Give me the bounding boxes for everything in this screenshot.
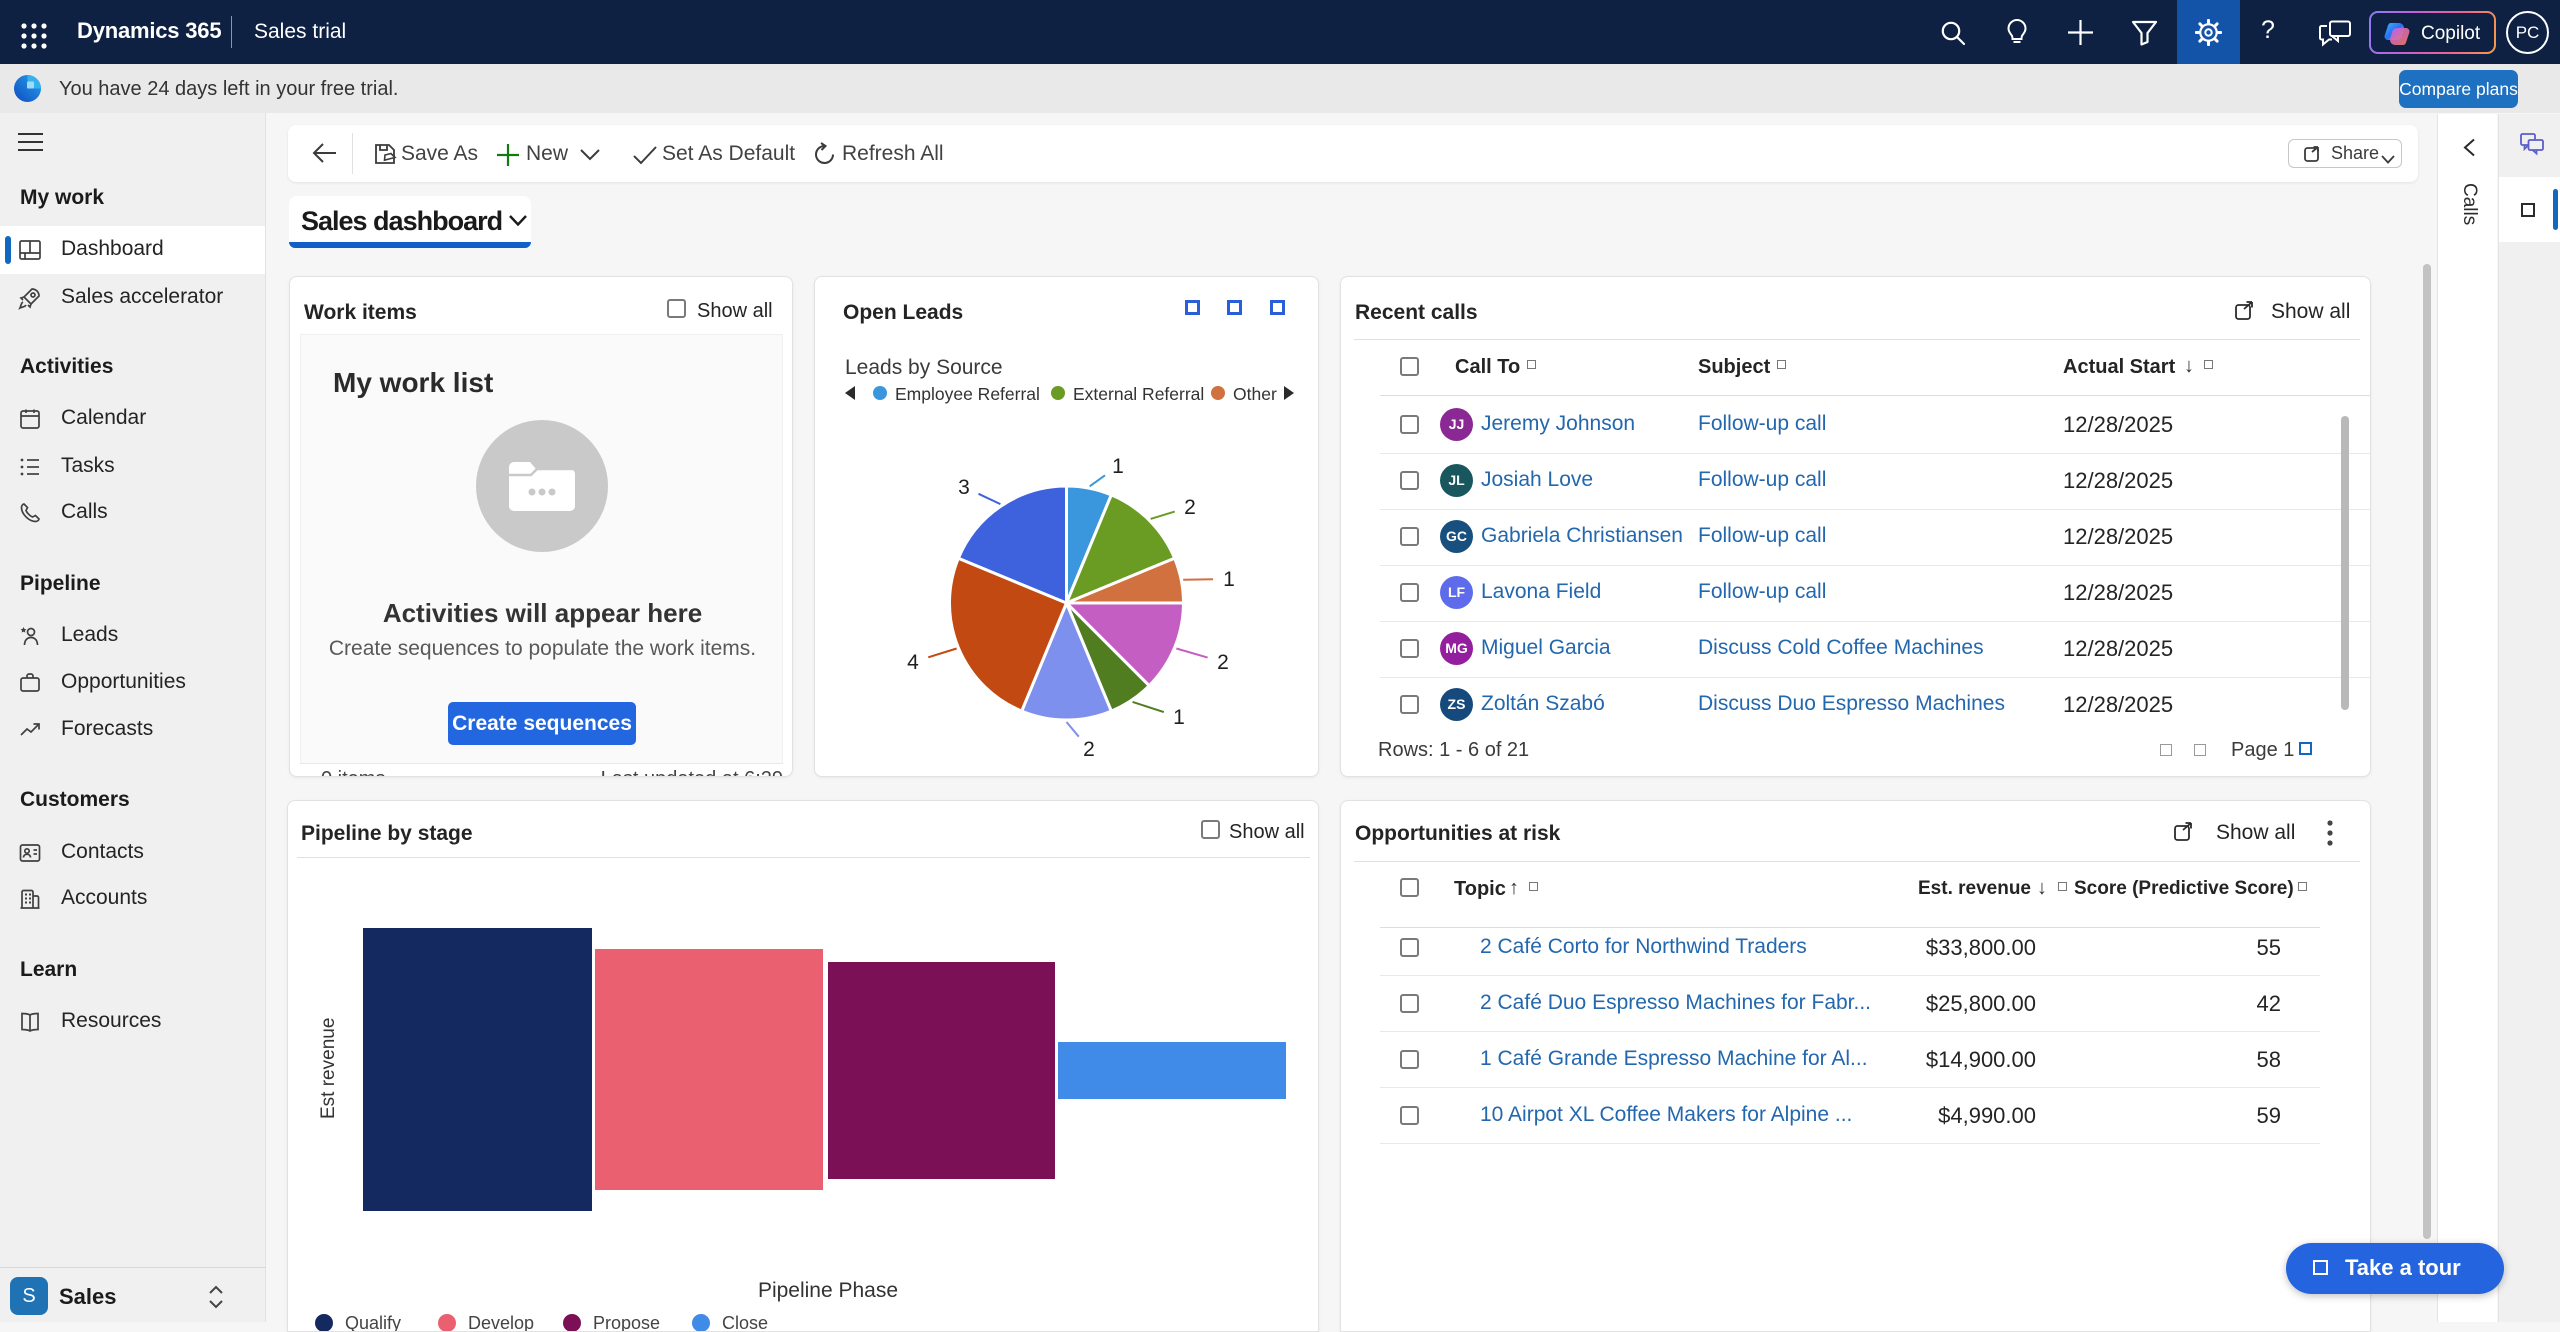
- svg-text:1: 1: [1112, 455, 1124, 478]
- svg-text:1: 1: [1173, 706, 1185, 729]
- svg-text:2: 2: [1217, 651, 1229, 674]
- svg-text:2: 2: [1184, 496, 1196, 519]
- svg-text:2: 2: [1083, 738, 1095, 761]
- svg-text:1: 1: [1223, 568, 1235, 591]
- svg-text:3: 3: [958, 476, 970, 499]
- svg-text:4: 4: [907, 651, 919, 674]
